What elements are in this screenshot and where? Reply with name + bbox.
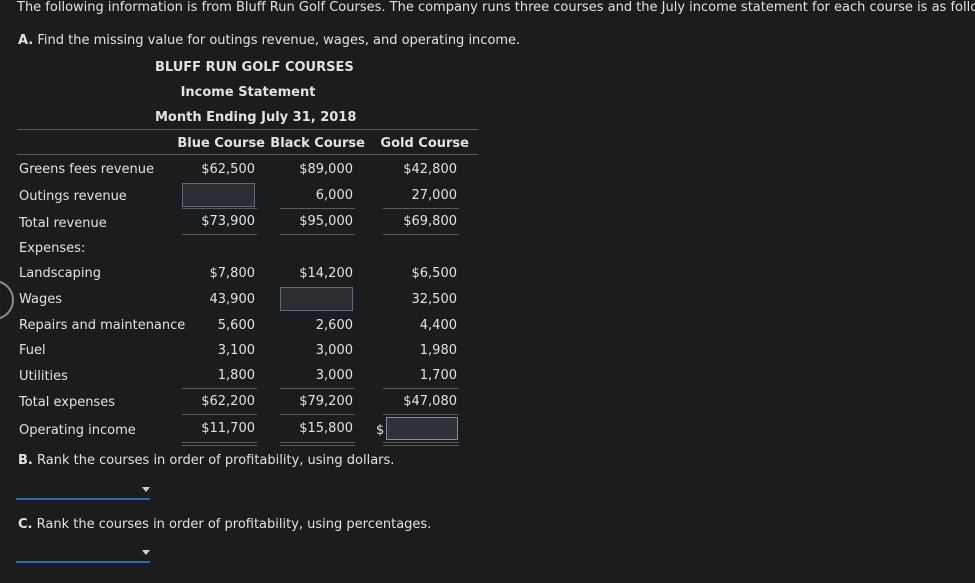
double-line-gold-2 — [383, 445, 459, 446]
greens-black: $89,000 — [299, 162, 353, 177]
expense-total-line-gold — [383, 388, 459, 389]
company-name: BLUFF RUN GOLF COURSES — [155, 60, 354, 75]
double-line-black-2 — [280, 445, 355, 446]
total-expenses-blue: $62,200 — [201, 394, 255, 409]
income-line-black — [280, 414, 355, 415]
total-revenue-gold: $69,800 — [403, 214, 457, 229]
column-header-black: Black Course — [270, 136, 365, 151]
landscaping-blue: $7,800 — [209, 266, 256, 281]
question-b-text: Rank the courses in order of profitabili… — [37, 453, 395, 468]
revenue-total-line-gold — [383, 234, 459, 235]
outings-blue-input[interactable] — [182, 183, 255, 207]
greens-blue: $62,500 — [201, 162, 255, 177]
column-header-divider — [17, 154, 478, 155]
revenue-total-line-black — [280, 234, 355, 235]
total-expenses-black: $79,200 — [299, 394, 353, 409]
question-c-label: C. — [18, 517, 33, 532]
rank-percentages-select[interactable] — [16, 547, 150, 563]
revenue-total-line-blue — [182, 234, 257, 235]
utilities-black: 3,000 — [315, 368, 353, 383]
row-label-fuel: Fuel — [19, 343, 46, 358]
income-line-blue — [182, 414, 257, 415]
subtotal-line-blue — [182, 208, 257, 209]
row-label-total-revenue: Total revenue — [19, 216, 107, 231]
header-divider — [17, 129, 478, 130]
question-c: C. Rank the courses in order of profitab… — [18, 517, 431, 532]
rank-dollars-select[interactable] — [16, 484, 150, 500]
operating-income-gold-input[interactable] — [386, 417, 458, 440]
row-label-total-expenses: Total expenses — [19, 395, 115, 410]
repairs-black: 2,600 — [315, 318, 353, 333]
chevron-down-icon — [142, 550, 150, 555]
column-header-blue: Blue Course — [177, 136, 265, 151]
operating-income-blue: $11,700 — [201, 421, 255, 436]
question-b-label: B. — [18, 453, 33, 468]
utilities-blue: 1,800 — [217, 368, 255, 383]
row-label-outings: Outings revenue — [19, 189, 127, 204]
outings-black: 6,000 — [315, 188, 353, 203]
outings-gold: 27,000 — [411, 188, 458, 203]
wages-black-input[interactable] — [280, 287, 353, 311]
total-revenue-black: $95,000 — [299, 214, 353, 229]
expense-total-line-black — [280, 388, 355, 389]
total-revenue-blue: $73,900 — [201, 214, 255, 229]
cursor-ring — [0, 280, 14, 320]
column-header-gold: Gold Course — [380, 136, 469, 151]
question-a-label: A. — [18, 33, 34, 48]
wages-gold: 32,500 — [411, 292, 458, 307]
repairs-blue: 5,600 — [217, 318, 255, 333]
wages-blue: 43,900 — [209, 292, 256, 307]
landscaping-gold: $6,500 — [411, 266, 458, 281]
expense-total-line-blue — [182, 388, 257, 389]
row-label-landscaping: Landscaping — [19, 266, 101, 281]
chevron-down-icon — [142, 487, 150, 492]
row-label-greens: Greens fees revenue — [19, 162, 154, 177]
subtotal-line-black — [280, 208, 355, 209]
subtotal-line-gold — [383, 208, 459, 209]
double-line-blue-2 — [182, 445, 257, 446]
question-b: B. Rank the courses in order of profitab… — [18, 453, 394, 468]
fuel-blue: 3,100 — [217, 343, 255, 358]
landscaping-black: $14,200 — [299, 266, 353, 281]
statement-period: Month Ending July 31, 2018 — [155, 110, 357, 125]
question-c-text: Rank the courses in order of profitabili… — [36, 517, 432, 532]
utilities-gold: 1,700 — [419, 368, 457, 383]
repairs-gold: 4,400 — [419, 318, 457, 333]
intro-text: The following information is from Bluff … — [17, 0, 975, 15]
fuel-black: 3,000 — [315, 343, 353, 358]
greens-gold: $42,800 — [403, 162, 457, 177]
row-label-wages: Wages — [19, 292, 63, 307]
income-line-gold — [383, 414, 459, 415]
fuel-gold: 1,980 — [419, 343, 457, 358]
double-line-gold-1 — [383, 442, 459, 443]
double-line-black-1 — [280, 442, 355, 443]
statement-title: Income Statement — [180, 85, 316, 100]
operating-income-black: $15,800 — [299, 421, 353, 436]
question-a-text: Find the missing value for outings reven… — [37, 33, 521, 48]
row-label-expenses: Expenses: — [19, 241, 86, 256]
row-label-repairs: Repairs and maintenance — [19, 318, 186, 333]
double-line-blue-1 — [182, 442, 257, 443]
question-a: A. Find the missing value for outings re… — [18, 33, 520, 48]
row-label-utilities: Utilities — [19, 369, 68, 384]
row-label-operating-income: Operating income — [19, 423, 136, 438]
operating-income-gold-dollar: $ — [376, 423, 385, 438]
total-expenses-gold: $47,080 — [403, 394, 457, 409]
